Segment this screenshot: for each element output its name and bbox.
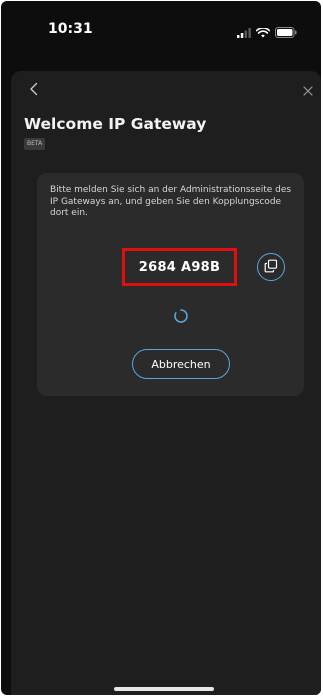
page-title: Welcome IP Gateway	[24, 115, 207, 133]
status-time: 10:31	[48, 21, 93, 37]
pairing-card: Bitte melden Sie sich an der Administrat…	[37, 173, 304, 396]
pairing-code-highlight: 2684 A98B	[122, 248, 237, 286]
copy-code-button[interactable]	[257, 253, 285, 281]
pairing-code: 2684 A98B	[138, 259, 221, 275]
status-icons	[237, 23, 297, 42]
instructions-text: Bitte melden Sie sich an der Administrat…	[50, 185, 292, 218]
loading-spinner-icon	[173, 308, 189, 324]
back-button[interactable]	[25, 81, 43, 99]
copy-icon	[264, 258, 278, 277]
modal-sheet: Welcome IP Gateway BETA Bitte melden Sie…	[11, 71, 321, 695]
phone-screen: 10:31 Welcome IP Gateway BETA Bitte meld…	[1, 1, 321, 695]
battery-icon	[275, 23, 297, 42]
beta-badge: BETA	[24, 138, 46, 150]
chevron-left-icon	[29, 81, 39, 100]
wifi-icon	[255, 23, 271, 42]
close-icon	[303, 81, 313, 100]
home-indicator	[114, 687, 214, 691]
status-bar: 10:31	[1, 1, 321, 59]
close-button[interactable]	[299, 81, 317, 99]
cancel-button[interactable]: Abbrechen	[132, 349, 230, 379]
signal-icon	[237, 23, 251, 42]
